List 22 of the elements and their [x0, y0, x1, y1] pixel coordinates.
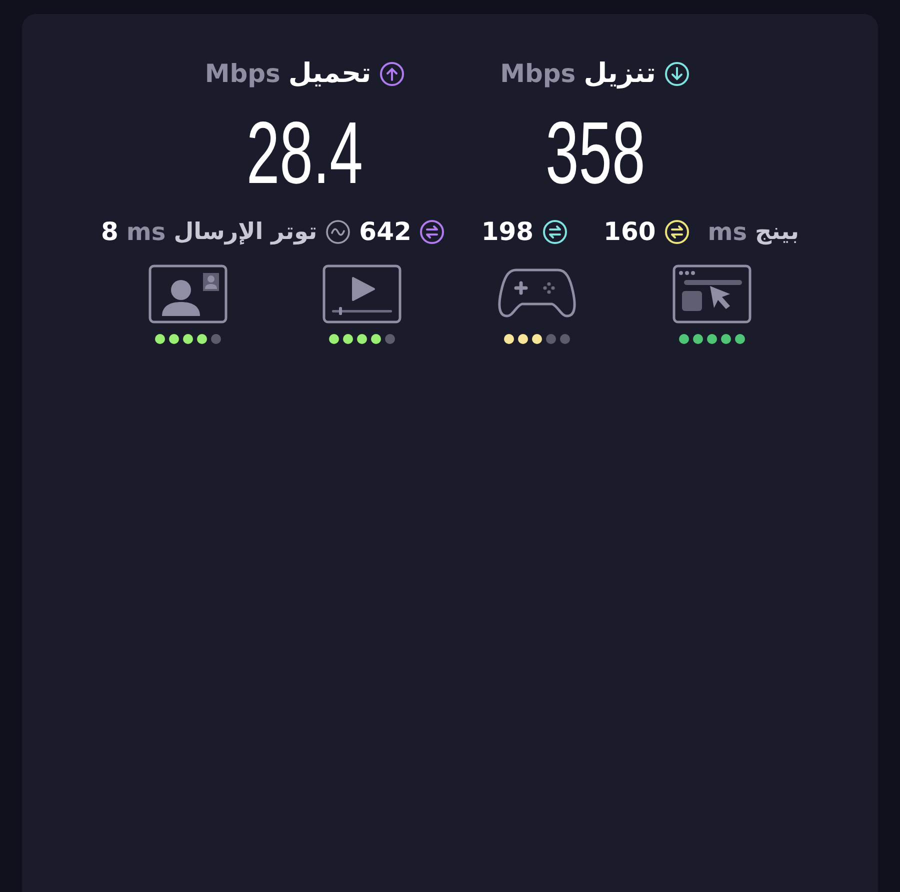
speed-value: 28.4 — [246, 109, 364, 197]
jitter-value: 8 — [100, 217, 118, 246]
speed-value: 358 — [545, 109, 645, 197]
ping-value: 642 — [359, 217, 412, 246]
speed-unit: Mbps — [500, 59, 576, 88]
ping-value: 160 — [604, 217, 656, 246]
jitter-unit: ms — [126, 218, 166, 246]
browser-cursor-icon — [672, 264, 752, 324]
speed-unit: Mbps — [204, 59, 280, 88]
speed-label: تحميل — [288, 58, 372, 89]
wave-icon — [325, 218, 352, 244]
ping-label: بينج — [755, 218, 800, 244]
empty-dot — [211, 334, 221, 344]
jitter-label: توتر الإرسال — [174, 218, 318, 244]
ping-unit: ms — [708, 218, 748, 246]
video-call-icon — [148, 264, 228, 324]
empty-dot — [385, 334, 395, 344]
empty-dot — [546, 334, 556, 344]
ping-value: 198 — [481, 217, 534, 246]
video-player-icon — [322, 264, 402, 324]
speed-label: تنزيل — [584, 58, 656, 89]
empty-dot — [560, 334, 570, 344]
